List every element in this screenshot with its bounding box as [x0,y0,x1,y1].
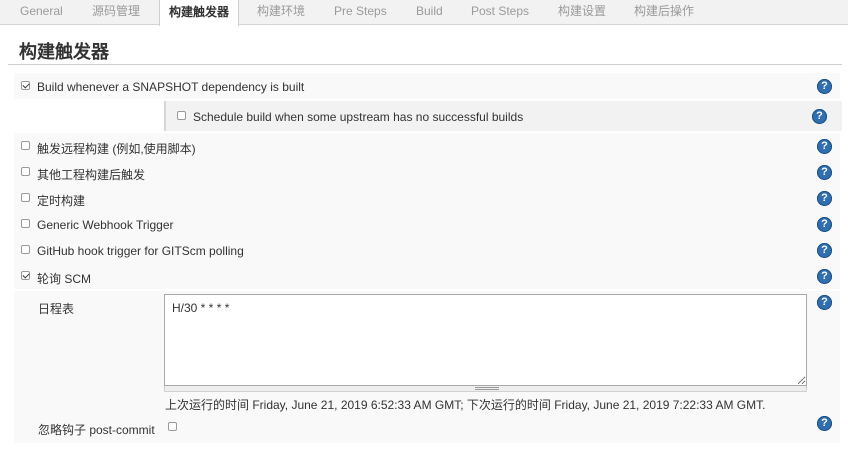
remote-trigger-checkbox[interactable] [21,141,30,150]
help-icon[interactable]: ? [817,139,832,154]
schedule-label: 日程表 [38,302,75,316]
tab-build-triggers[interactable]: 构建触发器 [159,0,240,26]
snapshot-dependency-label: Build whenever a SNAPSHOT dependency is … [37,80,305,94]
help-icon[interactable]: ? [817,416,832,431]
upstream-no-success-label: Schedule build when some upstream has no… [193,110,524,124]
config-tab-bar: General 源码管理 构建触发器 构建环境 Pre Steps Build … [0,0,848,26]
tab-build-environment[interactable]: 构建环境 [257,0,305,24]
ignore-post-commit-checkbox[interactable] [168,422,177,431]
help-icon[interactable]: ? [817,295,832,310]
poll-scm-checkbox[interactable] [21,271,30,280]
after-other-projects-checkbox[interactable] [21,167,30,176]
trigger-row-poll-scm [14,263,840,289]
textarea-resize-grip[interactable] [164,386,807,392]
tab-post-steps[interactable]: Post Steps [471,0,529,24]
help-icon[interactable]: ? [812,109,827,124]
after-other-projects-label: 其他工程构建后触发 [37,168,146,182]
help-icon[interactable]: ? [817,243,832,258]
help-icon[interactable]: ? [817,217,832,232]
section-title: 构建触发器 [19,42,109,62]
tab-source-management[interactable]: 源码管理 [92,0,140,24]
schedule-textarea[interactable]: H/30 * * * * [164,294,807,386]
tab-build[interactable]: Build [416,0,443,24]
tab-post-build-actions[interactable]: 构建后操作 [634,0,694,24]
poll-scm-label: 轮询 SCM [37,272,92,286]
help-icon[interactable]: ? [817,165,832,180]
help-icon[interactable]: ? [817,79,832,94]
periodic-build-checkbox[interactable] [21,193,30,202]
schedule-run-info: 上次运行的时间 Friday, June 21, 2019 6:52:33 AM… [165,398,766,412]
trigger-row-periodic [14,185,840,211]
remote-trigger-label: 触发远程构建 (例如,使用脚本) [37,142,196,156]
help-icon[interactable]: ? [817,269,832,284]
upstream-no-success-checkbox[interactable] [177,111,186,120]
section-divider [8,64,842,65]
tab-build-settings[interactable]: 构建设置 [558,0,606,24]
tab-pre-steps[interactable]: Pre Steps [334,0,387,24]
snapshot-dependency-checkbox[interactable] [21,81,30,90]
periodic-build-label: 定时构建 [37,194,86,208]
help-icon[interactable]: ? [817,191,832,206]
generic-webhook-checkbox[interactable] [21,219,30,228]
github-hook-checkbox[interactable] [21,245,30,254]
github-hook-label: GitHub hook trigger for GITScm polling [37,244,244,258]
generic-webhook-label: Generic Webhook Trigger [37,218,174,232]
ignore-post-commit-label: 忽略钩子 post-commit [38,423,155,437]
tab-general[interactable]: General [20,0,63,24]
